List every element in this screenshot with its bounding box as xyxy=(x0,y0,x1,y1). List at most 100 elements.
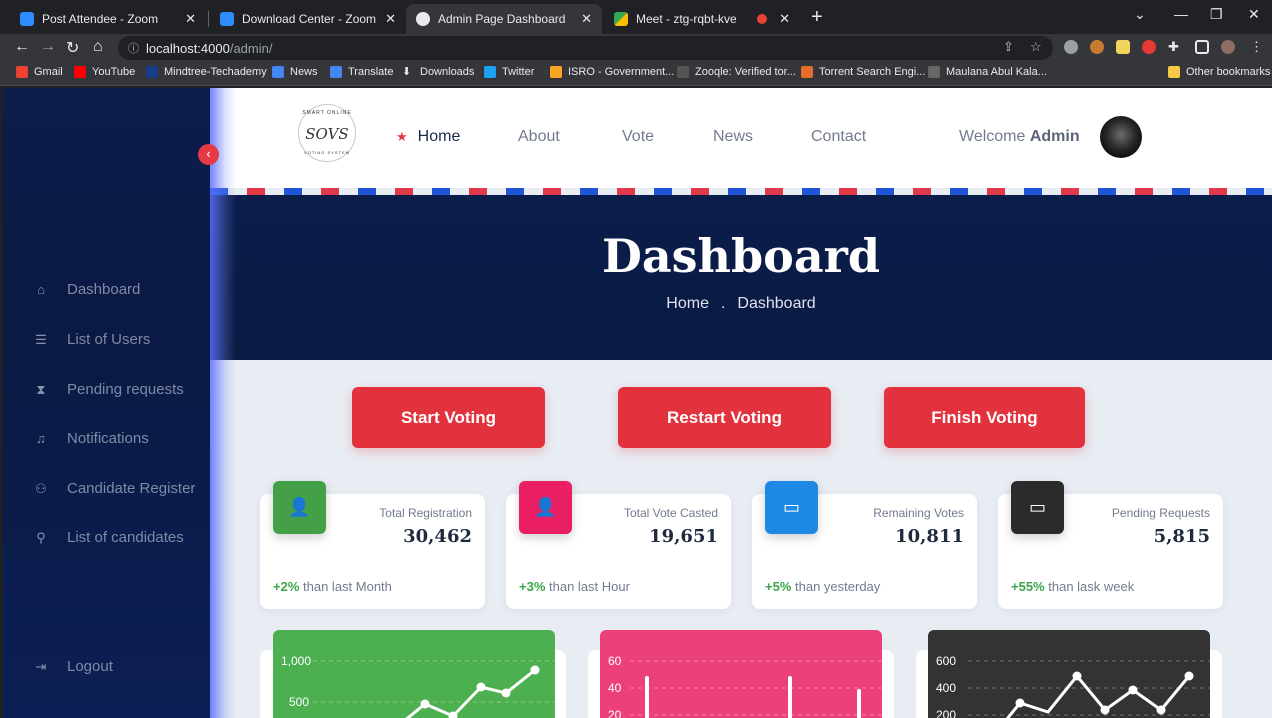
tab-post-attendee[interactable]: Post Attendee - Zoom ✕ xyxy=(10,4,206,34)
tick-label: 500 xyxy=(289,695,309,709)
info-icon: ⓘ xyxy=(128,43,139,55)
finish-voting-button[interactable]: Finish Voting xyxy=(884,387,1085,448)
browser-toolbar: ← → ↻ ⌂ ⓘ localhost:4000/admin/ ⇪ ☆ ✚ ⋮ xyxy=(0,34,1272,62)
meet-icon xyxy=(614,12,628,26)
stat-change: +55% xyxy=(1011,579,1045,594)
share-icon[interactable]: ⇪ xyxy=(1003,39,1014,55)
gmail-icon xyxy=(16,66,28,78)
logo-mark: SOVS xyxy=(305,125,349,143)
other-bookmarks[interactable]: Other bookmarks xyxy=(1168,66,1270,78)
bookmark-isro[interactable]: ISRO - Government... xyxy=(550,66,674,78)
breadcrumb-home[interactable]: Home xyxy=(666,295,709,312)
stat-change: +2% xyxy=(273,579,300,594)
stat-label: Total Vote Casted xyxy=(623,506,718,520)
bookmark-translate[interactable]: Translate xyxy=(330,66,393,78)
bookmark-label: Twitter xyxy=(502,66,535,78)
logo-bottom-text: VOTING SYSTEM xyxy=(304,150,350,155)
bookmark-downloads[interactable]: ⬇ Downloads xyxy=(402,66,474,78)
url-path: /admin/ xyxy=(229,40,273,56)
tab-meet[interactable]: Meet - ztg-rqbt-kve ✕ xyxy=(604,4,800,34)
couch-icon: ▭ xyxy=(1011,481,1064,534)
notes-extension-icon[interactable] xyxy=(1116,40,1130,54)
bookmark-zooqle[interactable]: Zooqle: Verified tor... xyxy=(677,66,796,78)
extension-icon[interactable] xyxy=(1064,40,1078,54)
data-point xyxy=(1156,705,1166,715)
new-tab-icon[interactable]: + xyxy=(811,7,823,27)
tab-admin-dashboard[interactable]: Admin Page Dashboard ✕ xyxy=(406,4,602,34)
torrent-icon xyxy=(801,66,813,78)
bookmark-torrent[interactable]: Torrent Search Engi... xyxy=(801,66,925,78)
cookie-extension-icon[interactable] xyxy=(1090,40,1104,54)
sidebar-item-notifications[interactable]: ♫ Notifications xyxy=(33,430,149,447)
nav-label: Home xyxy=(417,128,461,145)
restore-icon[interactable]: ❐ xyxy=(1210,6,1223,23)
site-icon xyxy=(928,66,940,78)
close-icon[interactable]: ✕ xyxy=(185,11,196,27)
youtube-icon xyxy=(74,66,86,78)
sidebar-item-label: Logout xyxy=(67,658,113,675)
bookmark-label: ISRO - Government... xyxy=(568,66,675,78)
close-icon[interactable]: ✕ xyxy=(385,11,396,27)
bookmark-label: Other bookmarks xyxy=(1186,66,1271,78)
pink-bar-chart: 60 40 20 xyxy=(600,630,882,718)
tab-download-center[interactable]: Download Center - Zoom ✕ xyxy=(210,4,406,34)
home-icon[interactable]: ⌂ xyxy=(93,38,103,56)
nav-label: Contact xyxy=(811,128,867,145)
minimize-icon[interactable]: — xyxy=(1174,6,1188,22)
address-bar[interactable]: ⓘ localhost:4000/admin/ xyxy=(118,36,1053,60)
sidebar-item-pending-requests[interactable]: ⧗ Pending requests xyxy=(33,381,183,398)
tab-search-icon[interactable]: ⌄ xyxy=(1134,6,1146,23)
tick-label: 400 xyxy=(936,681,956,695)
bookmark-twitter[interactable]: Twitter xyxy=(484,66,534,78)
stat-card-remaining-votes: ▭ Remaining Votes 10,811 +5% than yester… xyxy=(752,481,977,609)
data-point xyxy=(501,688,511,698)
sidebar-logout[interactable]: ⇥ Logout xyxy=(33,658,113,675)
bookmark-label: Downloads xyxy=(420,66,475,78)
logo-top-text: SMART ONLINE xyxy=(302,110,352,116)
sidebar-item-list-of-candidates[interactable]: ⚲ List of candidates xyxy=(33,529,184,546)
reload-icon[interactable]: ↻ xyxy=(66,38,79,58)
bookmark-youtube[interactable]: YouTube xyxy=(74,66,135,78)
bookmark-mindtree[interactable]: Mindtree-Techademy xyxy=(146,66,267,78)
nav-contact[interactable]: Contact xyxy=(811,128,866,146)
sidebar-glow xyxy=(210,88,236,718)
site-logo[interactable]: SMART ONLINE SOVS VOTING SYSTEM xyxy=(298,104,356,162)
bookmark-label: News xyxy=(290,66,318,78)
close-icon[interactable]: ✕ xyxy=(581,11,592,27)
puzzle-icon[interactable]: ✚ xyxy=(1168,39,1179,55)
nav-home[interactable]: ★ Home xyxy=(396,128,460,146)
record-extension-icon[interactable] xyxy=(1142,40,1156,54)
nav-vote[interactable]: Vote xyxy=(622,128,654,146)
window-close-icon[interactable]: ✕ xyxy=(1248,6,1260,23)
bookmark-star-icon[interactable]: ☆ xyxy=(1030,39,1042,55)
tab-title: Post Attendee - Zoom xyxy=(42,12,159,26)
back-icon[interactable]: ← xyxy=(14,38,30,56)
menu-icon[interactable]: ⋮ xyxy=(1250,39,1263,55)
star-icon: ★ xyxy=(396,129,408,144)
forward-icon[interactable]: → xyxy=(40,38,56,56)
avatar[interactable] xyxy=(1100,116,1142,158)
close-icon[interactable]: ✕ xyxy=(779,11,790,27)
sidebar-item-list-of-users[interactable]: ☰ List of Users xyxy=(33,331,150,348)
restart-voting-button[interactable]: Restart Voting xyxy=(618,387,831,448)
sidebar-collapse-button[interactable]: ‹ xyxy=(198,144,219,165)
folder-icon xyxy=(1168,66,1180,78)
sidebar-item-dashboard[interactable]: ⌂ Dashboard xyxy=(33,281,140,298)
nav-about[interactable]: About xyxy=(518,128,560,146)
stat-value: 10,811 xyxy=(895,526,964,547)
bookmark-gmail[interactable]: Gmail xyxy=(16,66,63,78)
bookmark-maulana[interactable]: Maulana Abul Kala... xyxy=(928,66,1047,78)
stat-change-text: than last Hour xyxy=(549,579,630,594)
profile-avatar[interactable] xyxy=(1221,40,1235,54)
bookmark-news[interactable]: News xyxy=(272,66,318,78)
side-panel-icon[interactable] xyxy=(1195,40,1209,54)
stat-card-total-registration: 👤 Total Registration 30,462 +2% than las… xyxy=(260,481,485,609)
user-icon: 👤 xyxy=(273,481,326,534)
nav-news[interactable]: News xyxy=(713,128,753,146)
data-point xyxy=(420,699,430,709)
nav-label: About xyxy=(518,128,560,145)
tick-label: 1,000 xyxy=(281,654,311,668)
bookmark-label: YouTube xyxy=(92,66,136,78)
start-voting-button[interactable]: Start Voting xyxy=(352,387,545,448)
sidebar-item-candidate-register[interactable]: ⚇ Candidate Register xyxy=(33,480,195,497)
